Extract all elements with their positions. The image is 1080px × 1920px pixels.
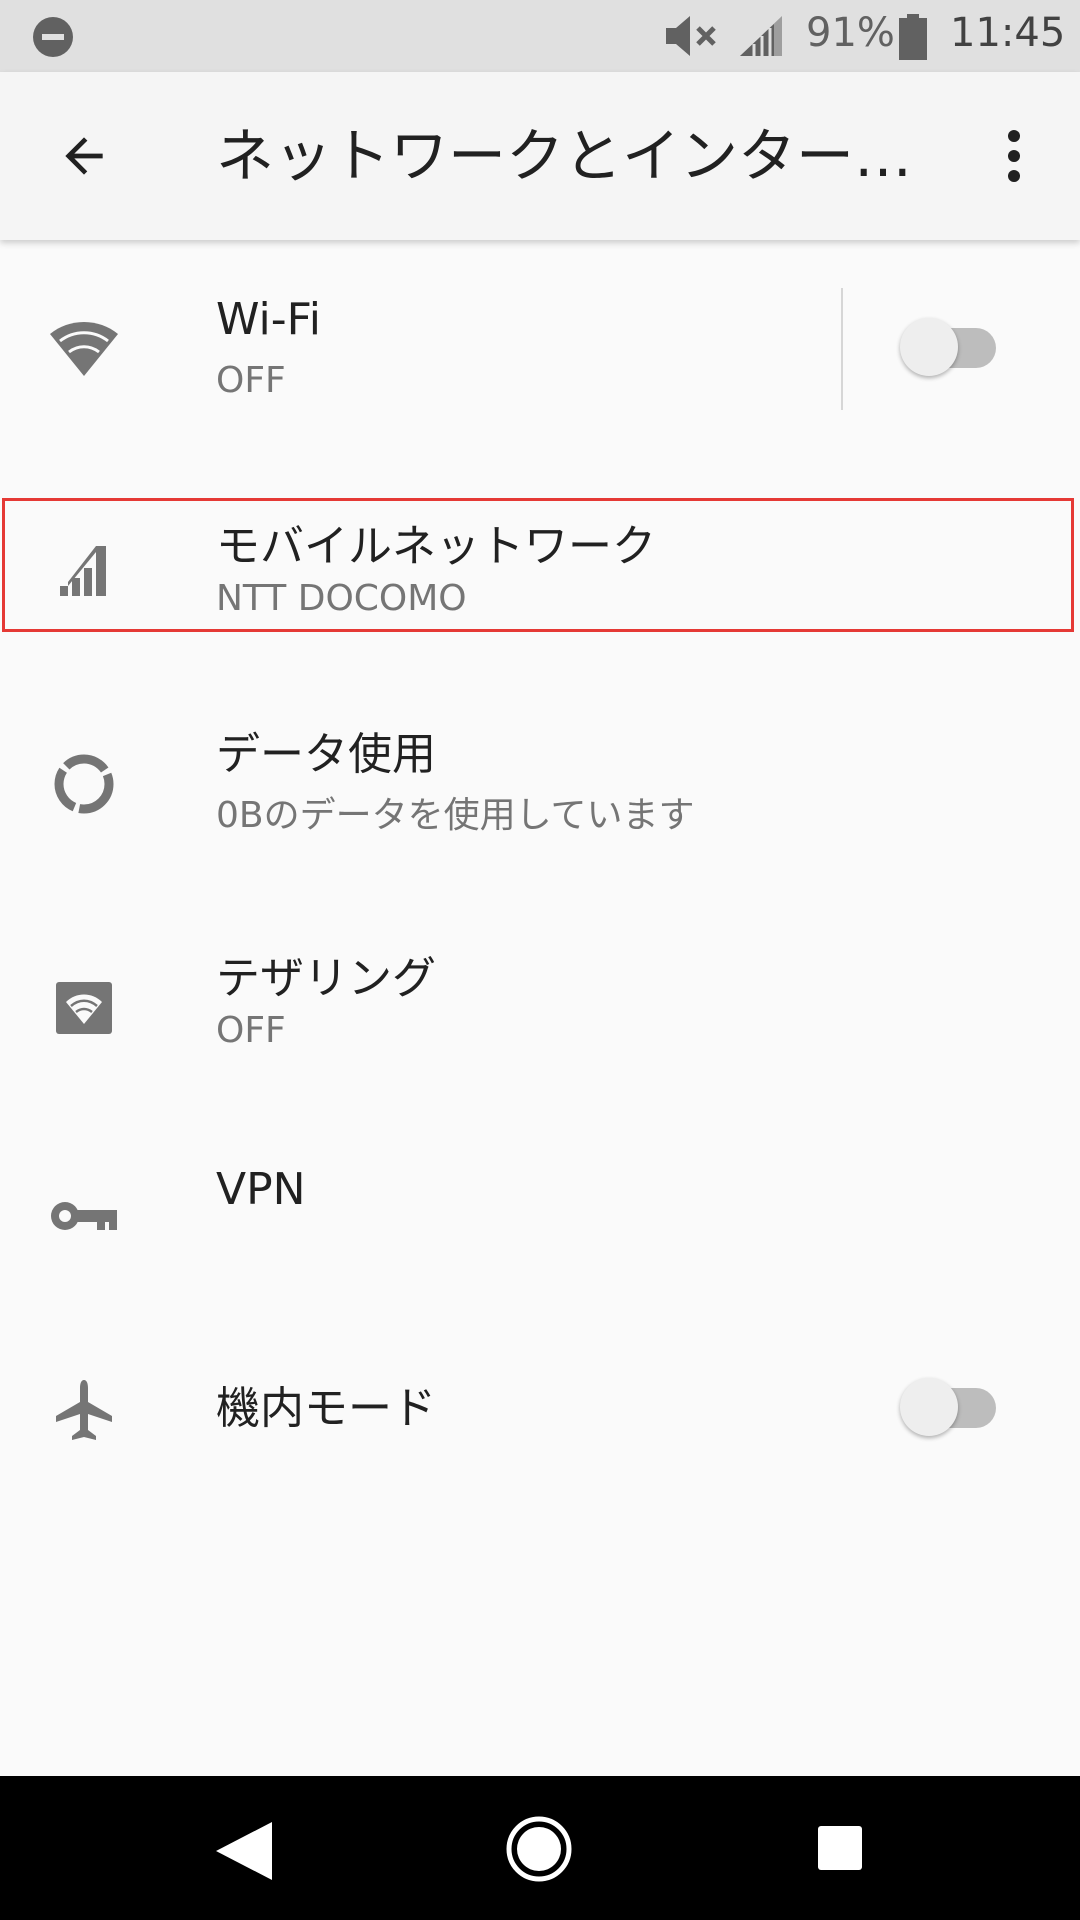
airplane-icon <box>56 1380 112 1440</box>
more-options-button[interactable] <box>986 112 1042 200</box>
volume-mute-icon <box>666 16 716 56</box>
hotspot-icon-wrap <box>48 972 120 1044</box>
navigation-bar <box>0 1776 1080 1920</box>
nav-back-button[interactable] <box>210 1816 280 1886</box>
battery-icon <box>899 14 927 60</box>
vpn-title: VPN <box>216 1164 306 1215</box>
arrow-back-icon <box>65 137 103 175</box>
list-item-tethering[interactable]: テザリング OFF <box>0 910 1080 1110</box>
data-usage-summary: 0Bのデータを使用しています <box>216 795 695 836</box>
app-bar: ネットワークとインター… <box>0 72 1080 240</box>
data-usage-icon <box>54 754 114 814</box>
hotspot-icon <box>56 982 112 1034</box>
wifi-switch[interactable] <box>900 318 1000 378</box>
wifi-summary: OFF <box>216 360 286 401</box>
vpn-key-icon <box>51 1202 117 1230</box>
list-item-airplane-mode[interactable]: 機内モード <box>0 1340 1080 1480</box>
switch-thumb <box>900 318 958 376</box>
battery-percentage: 91% <box>806 10 895 56</box>
tethering-title: テザリング <box>216 953 436 1004</box>
vpn-key-icon-wrap <box>48 1182 120 1254</box>
wifi-icon-wrap <box>48 312 120 384</box>
nav-recents-button[interactable] <box>816 1824 864 1872</box>
nav-home-button[interactable] <box>504 1814 574 1884</box>
status-clock: 11:45 <box>950 10 1066 56</box>
list-item-vpn[interactable]: VPN <box>0 1140 1080 1300</box>
airplane-mode-switch[interactable] <box>900 1378 1000 1438</box>
data-usage-title: データ使用 <box>216 729 436 780</box>
airplane-mode-title: 機内モード <box>216 1383 436 1434</box>
switch-thumb <box>900 1378 958 1436</box>
signal-strength-icon <box>740 16 782 56</box>
airplane-icon-wrap <box>48 1374 120 1446</box>
tethering-summary: OFF <box>216 1010 286 1051</box>
list-item-data-usage[interactable]: データ使用 0Bのデータを使用しています <box>0 690 1080 890</box>
list-item-wifi[interactable]: Wi-Fi OFF <box>0 240 1080 460</box>
wifi-icon <box>50 322 118 376</box>
data-usage-icon-wrap <box>48 748 120 820</box>
back-button[interactable] <box>36 112 132 200</box>
page-title: ネットワークとインター… <box>216 122 913 190</box>
wifi-title: Wi-Fi <box>216 294 321 345</box>
highlight-box <box>2 498 1074 632</box>
status-bar: 91% 11:45 <box>0 0 1080 72</box>
do-not-disturb-icon <box>33 17 73 57</box>
switch-divider <box>841 288 843 410</box>
more-vert-icon <box>1008 130 1020 182</box>
screen: 91% 11:45 ネットワークとインター… Wi-Fi OFF モバイルネット… <box>0 0 1080 1920</box>
